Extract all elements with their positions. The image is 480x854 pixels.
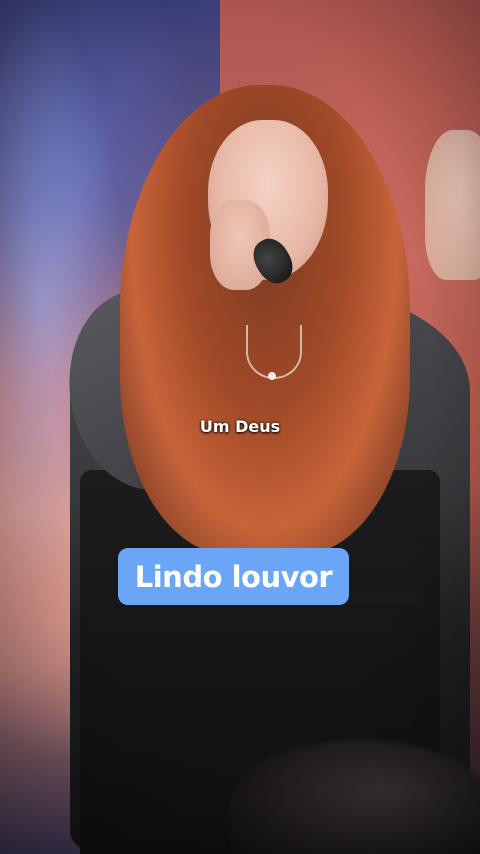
caption-badge: Lindo louvor	[118, 548, 349, 605]
lyric-subtitle: Um Deus	[199, 417, 281, 436]
video-frame[interactable]: Um Deus Lindo louvor	[0, 0, 480, 854]
